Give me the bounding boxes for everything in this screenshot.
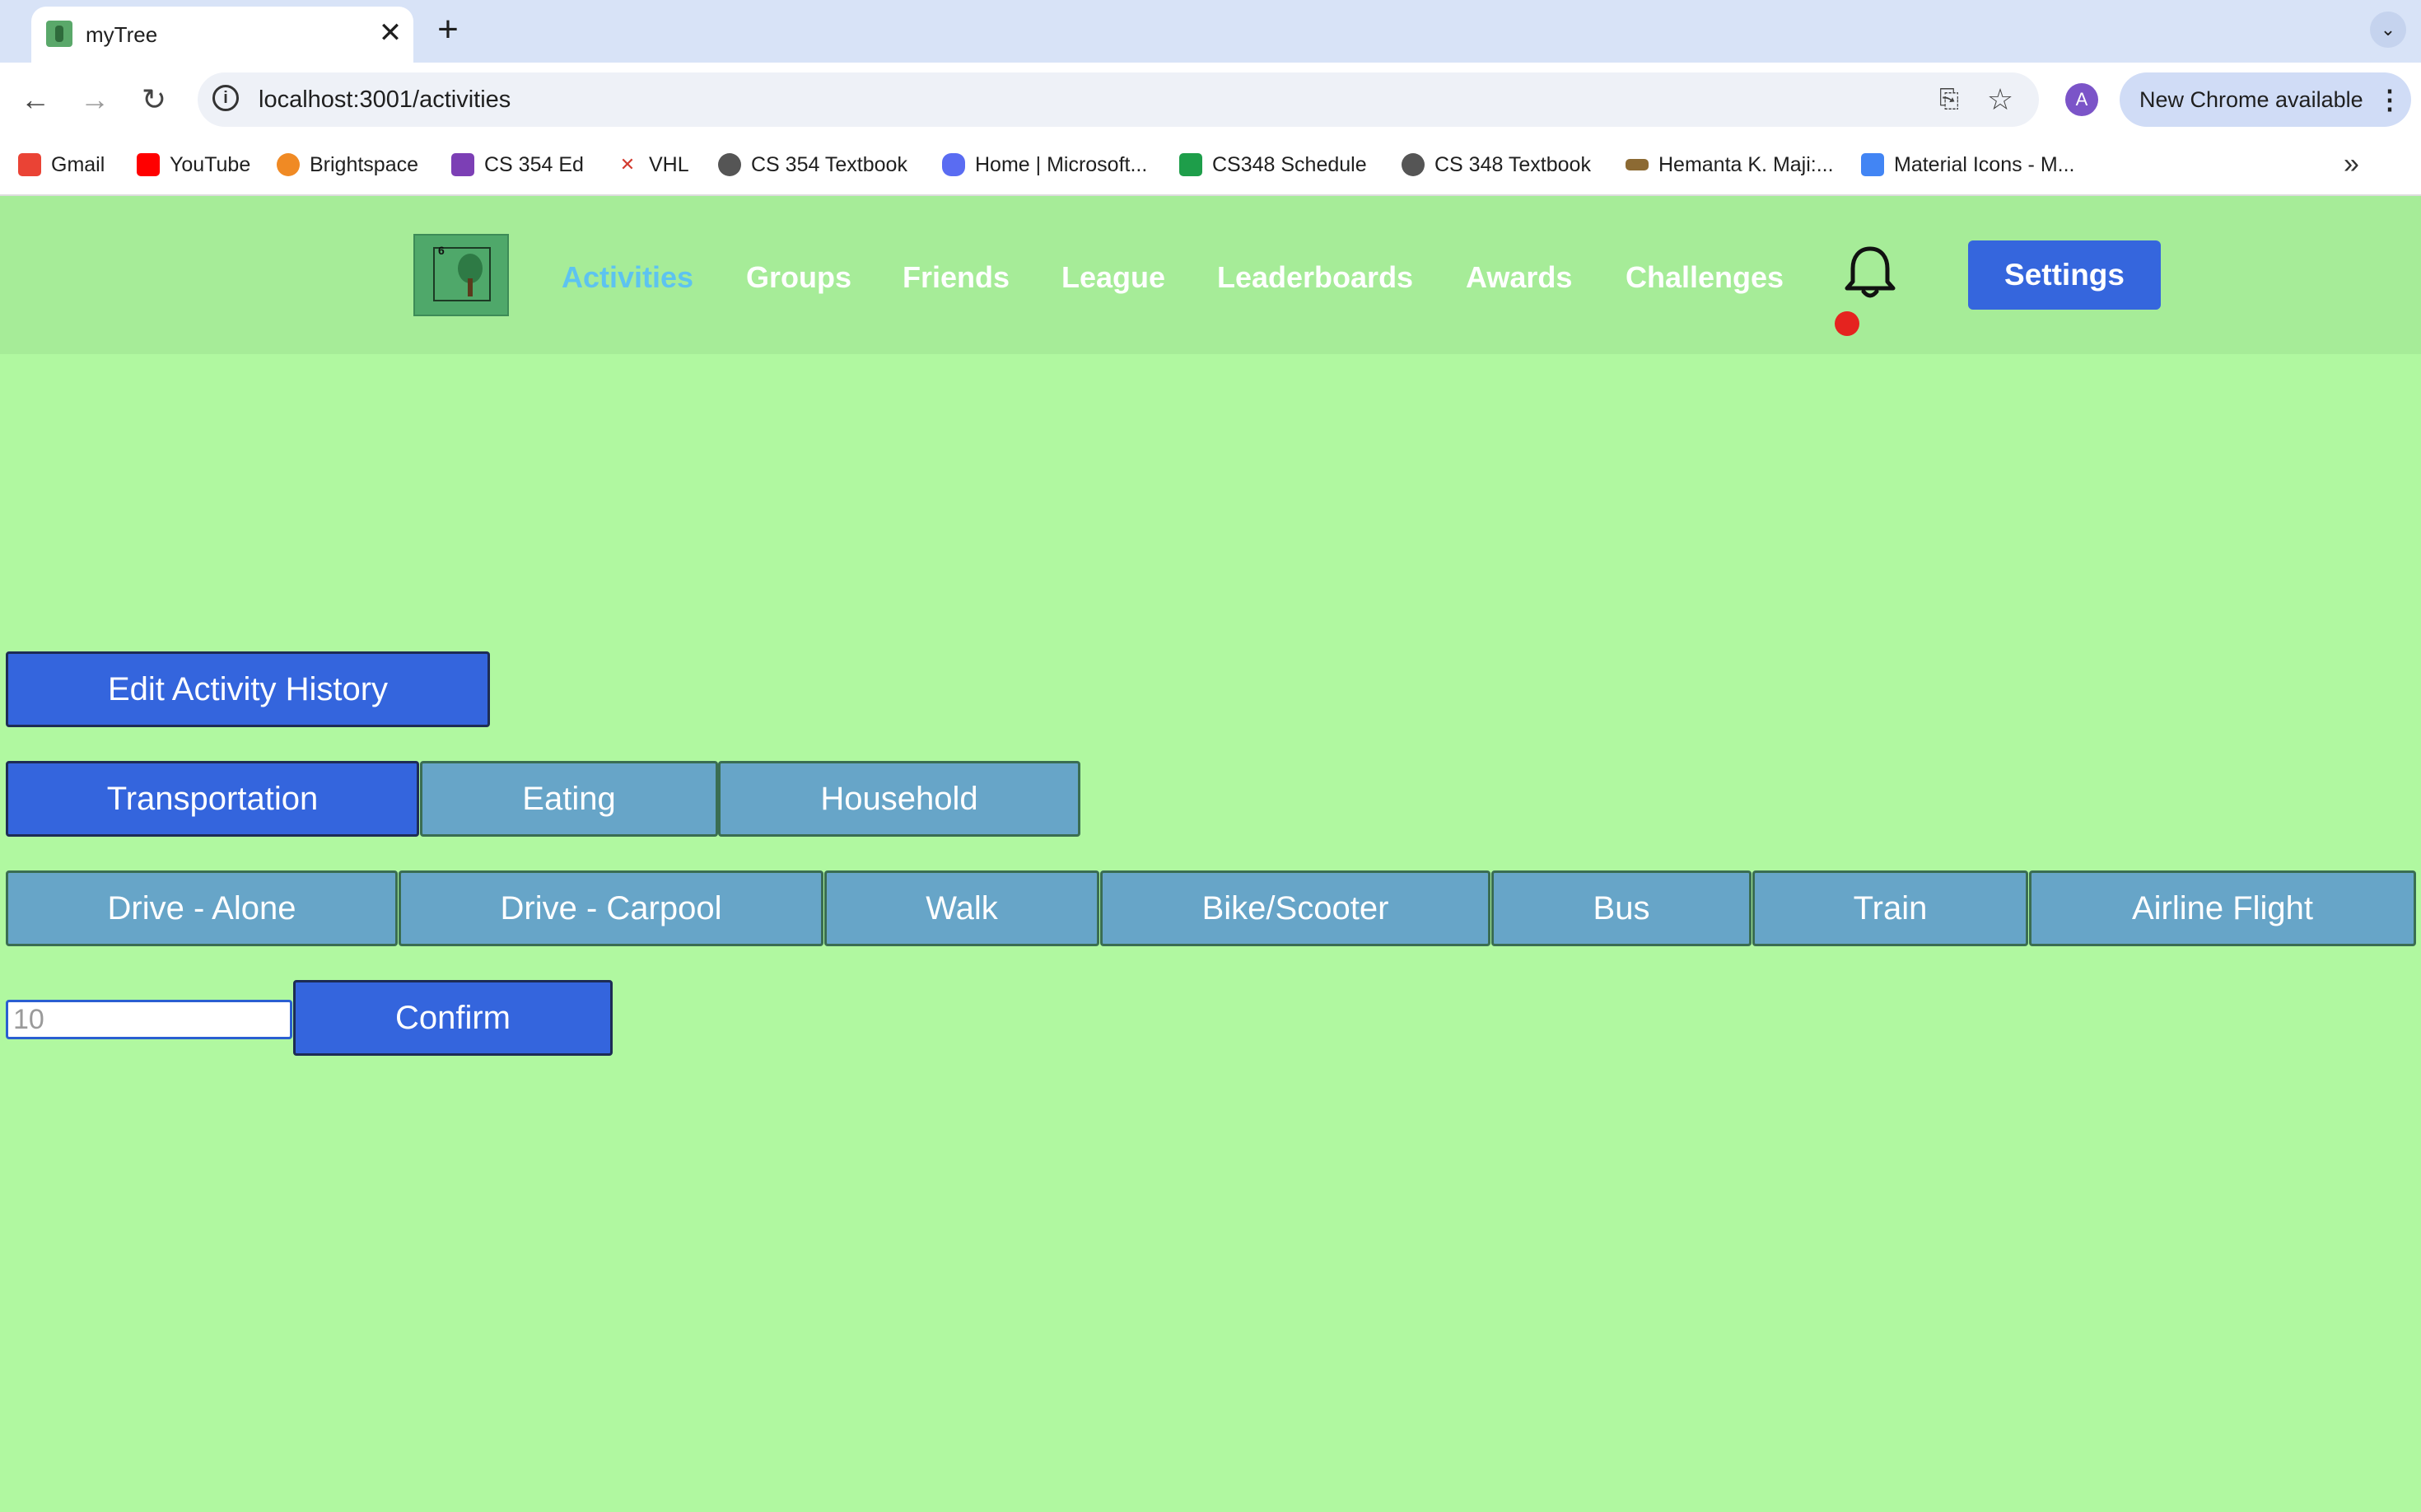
notification-badge <box>1835 311 1859 336</box>
forward-arrow-icon[interactable]: → <box>76 81 114 119</box>
bookmark-label: Home | Microsoft... <box>975 152 1148 176</box>
tab-search-button[interactable]: ⌄ <box>2370 12 2406 48</box>
edit-activity-history-button[interactable]: Edit Activity History <box>6 651 490 727</box>
nav-awards[interactable]: Awards <box>1466 260 1572 295</box>
close-tab-icon[interactable]: ✕ <box>376 18 405 48</box>
bookmark-cs348-schedule[interactable]: CS348 Schedule <box>1179 150 1367 180</box>
nav-league[interactable]: League <box>1061 260 1165 295</box>
browser-tab-mytree[interactable]: myTree ✕ <box>31 7 413 63</box>
purdue-icon <box>1626 159 1649 170</box>
mode-drive-alone-button[interactable]: Drive - Alone <box>6 870 398 946</box>
back-arrow-icon[interactable]: ← <box>16 81 54 119</box>
nav-friends[interactable]: Friends <box>903 260 1010 295</box>
browser-tabstrip: myTree ✕ + ⌄ <box>0 0 2421 63</box>
brightspace-icon <box>277 153 300 176</box>
update-chrome-label: New Chrome available <box>2139 87 2363 112</box>
tab-transportation[interactable]: Transportation <box>6 761 419 837</box>
bookmark-label: CS 354 Ed <box>484 152 584 176</box>
install-app-icon[interactable]: ⎘ <box>1934 84 1965 115</box>
notification-bell-icon[interactable] <box>1841 244 1899 301</box>
browser-toolbar: ← → ↻ i localhost:3001/activities ⎘ ☆ A … <box>0 63 2421 137</box>
kebab-menu-icon[interactable]: ⋮ <box>2377 84 2403 115</box>
bookmark-star-icon[interactable]: ☆ <box>1985 84 2016 115</box>
bookmark-cs354-ed[interactable]: CS 354 Ed <box>451 150 584 180</box>
mode-bike-scooter-button[interactable]: Bike/Scooter <box>1100 870 1490 946</box>
app-header: 6 Activities Groups Friends League Leade… <box>0 196 2421 354</box>
bookmark-label: CS 354 Textbook <box>751 152 907 176</box>
sheets-icon <box>1179 153 1202 176</box>
tab-title: myTree <box>86 22 158 47</box>
logo-number: 6 <box>438 244 445 257</box>
bookmarks-bar: Gmail YouTube Brightspace CS 354 Ed ✕ VH… <box>0 137 2421 196</box>
confirm-button[interactable]: Confirm <box>293 980 613 1056</box>
nav-challenges[interactable]: Challenges <box>1626 260 1784 295</box>
bookmark-hemanta-maji[interactable]: Hemanta K. Maji:... <box>1626 150 1834 180</box>
microsoft-icon <box>942 153 965 176</box>
bookmark-material-icons[interactable]: Material Icons - M... <box>1861 150 2075 180</box>
update-chrome-button[interactable]: New Chrome available ⋮ <box>2120 72 2411 127</box>
bookmark-label: Gmail <box>51 152 105 176</box>
site-info-icon[interactable]: i <box>212 85 239 111</box>
bookmark-label: Material Icons - M... <box>1894 152 2075 176</box>
settings-button[interactable]: Settings <box>1968 240 2161 310</box>
bookmark-label: CS348 Schedule <box>1212 152 1367 176</box>
profile-avatar[interactable]: A <box>2065 83 2098 116</box>
distance-input[interactable] <box>6 1000 292 1039</box>
mytree-logo[interactable]: 6 <box>413 234 509 316</box>
bookmark-label: CS 348 Textbook <box>1434 152 1591 176</box>
tree-trunk-icon <box>468 278 473 296</box>
material-icons-icon <box>1861 153 1884 176</box>
vhl-icon: ✕ <box>616 153 639 176</box>
nav-activities[interactable]: Activities <box>562 260 693 295</box>
bookmark-vhl[interactable]: ✕ VHL <box>616 150 689 180</box>
address-bar[interactable]: i localhost:3001/activities ⎘ ☆ <box>198 72 2039 127</box>
mode-walk-button[interactable]: Walk <box>824 870 1099 946</box>
bookmark-gmail[interactable]: Gmail <box>18 150 105 180</box>
bookmark-youtube[interactable]: YouTube <box>137 150 250 180</box>
nav-leaderboards[interactable]: Leaderboards <box>1217 260 1413 295</box>
ed-icon <box>451 153 474 176</box>
globe-icon <box>1402 153 1425 176</box>
tab-eating[interactable]: Eating <box>420 761 718 837</box>
reload-icon[interactable]: ↻ <box>135 81 173 119</box>
globe-icon <box>718 153 741 176</box>
mode-train-button[interactable]: Train <box>1752 870 2028 946</box>
bookmark-cs354-textbook[interactable]: CS 354 Textbook <box>718 150 907 180</box>
bookmark-microsoft-home[interactable]: Home | Microsoft... <box>942 150 1147 180</box>
bookmark-label: Brightspace <box>310 152 419 176</box>
bookmark-label: Hemanta K. Maji:... <box>1658 152 1834 176</box>
mode-bus-button[interactable]: Bus <box>1491 870 1752 946</box>
url-text[interactable]: localhost:3001/activities <box>259 86 511 114</box>
bookmark-label: YouTube <box>170 152 251 176</box>
youtube-icon <box>137 153 160 176</box>
new-tab-button[interactable]: + <box>431 12 464 48</box>
more-bookmarks-icon[interactable]: » <box>2344 148 2359 180</box>
nav-groups[interactable]: Groups <box>746 260 851 295</box>
bookmark-brightspace[interactable]: Brightspace <box>277 150 418 180</box>
gmail-icon <box>18 153 41 176</box>
bookmark-cs348-textbook[interactable]: CS 348 Textbook <box>1402 150 1591 180</box>
mytree-favicon-icon <box>46 21 72 47</box>
mode-airline-flight-button[interactable]: Airline Flight <box>2029 870 2416 946</box>
tab-household[interactable]: Household <box>718 761 1080 837</box>
bookmark-label: VHL <box>649 152 689 176</box>
mode-drive-carpool-button[interactable]: Drive - Carpool <box>399 870 823 946</box>
